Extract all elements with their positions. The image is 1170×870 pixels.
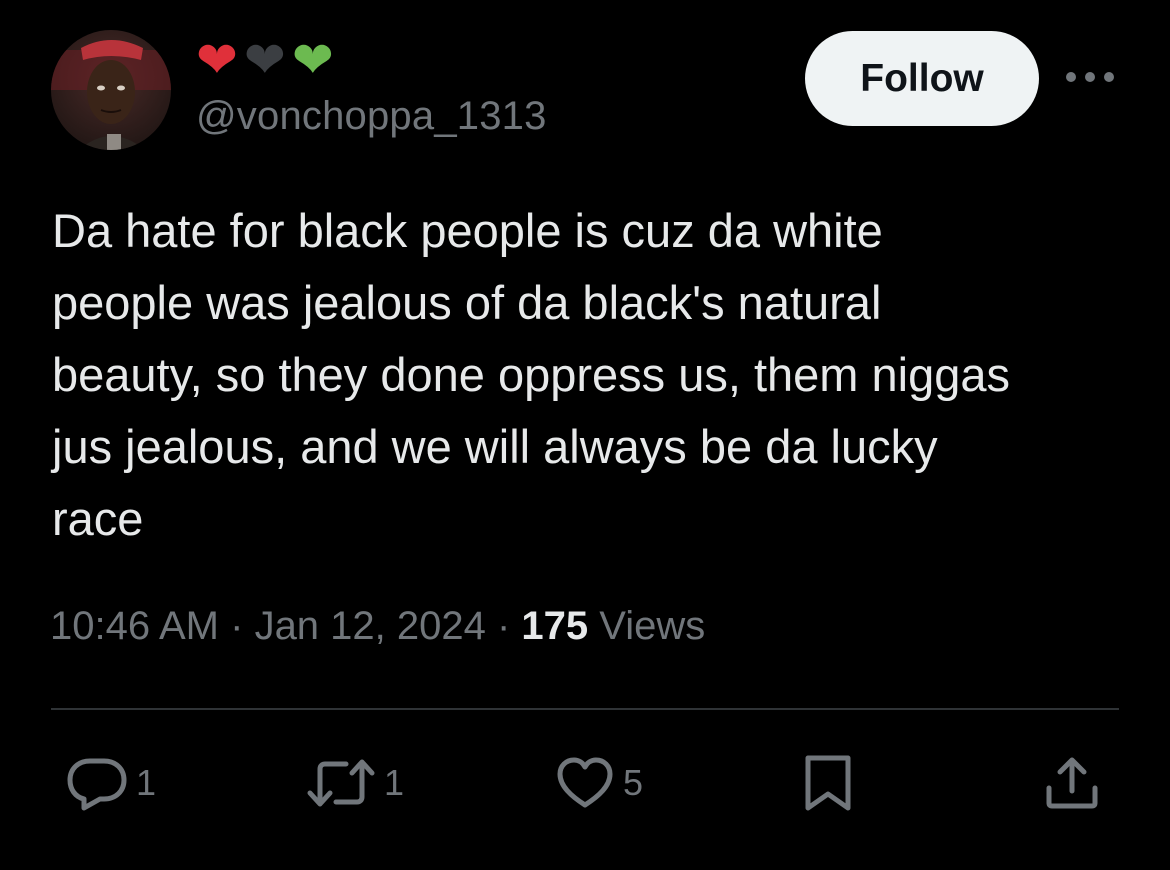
avatar[interactable]	[51, 30, 171, 150]
tweet-meta: 10:46 AM · Jan 12, 2024 · 175 Views	[50, 604, 705, 649]
black-heart-icon: ❤	[243, 31, 286, 89]
tweet-card: ❤ ❤ ❤ @vonchoppa_1313 Follow Da hate for…	[0, 0, 1170, 870]
bookmark-button[interactable]	[802, 755, 854, 811]
share-button[interactable]	[1044, 755, 1100, 811]
more-options-button[interactable]	[1066, 62, 1114, 92]
green-heart-icon: ❤	[291, 31, 334, 89]
user-handle[interactable]: @vonchoppa_1313	[196, 94, 547, 139]
tweet-text: Da hate for black people is cuz da white…	[52, 204, 1011, 545]
views-label: Views	[588, 604, 706, 648]
reply-button[interactable]: 1	[66, 755, 156, 811]
follow-button[interactable]: Follow	[805, 31, 1039, 126]
reply-count: 1	[136, 762, 157, 803]
tweet-time[interactable]: 10:46 AM	[50, 604, 219, 648]
more-icon	[1085, 72, 1095, 82]
more-icon	[1104, 72, 1114, 82]
repost-button[interactable]: 1	[306, 755, 404, 811]
meta-separator: ·	[219, 604, 255, 648]
tweet-date[interactable]: Jan 12, 2024	[255, 604, 486, 648]
like-button[interactable]: 5	[555, 755, 643, 811]
repost-icon	[307, 759, 375, 807]
red-heart-icon: ❤	[196, 31, 238, 89]
more-icon	[1066, 72, 1076, 82]
like-icon	[557, 757, 613, 808]
meta-separator: ·	[485, 604, 522, 648]
like-count: 5	[623, 762, 644, 803]
views-count: 175	[521, 604, 589, 648]
divider	[51, 708, 1119, 710]
share-icon	[1046, 757, 1098, 809]
repost-count: 1	[384, 762, 405, 803]
display-name[interactable]: ❤ ❤ ❤	[196, 34, 334, 86]
reply-icon	[67, 758, 127, 811]
bookmark-icon	[805, 755, 851, 811]
